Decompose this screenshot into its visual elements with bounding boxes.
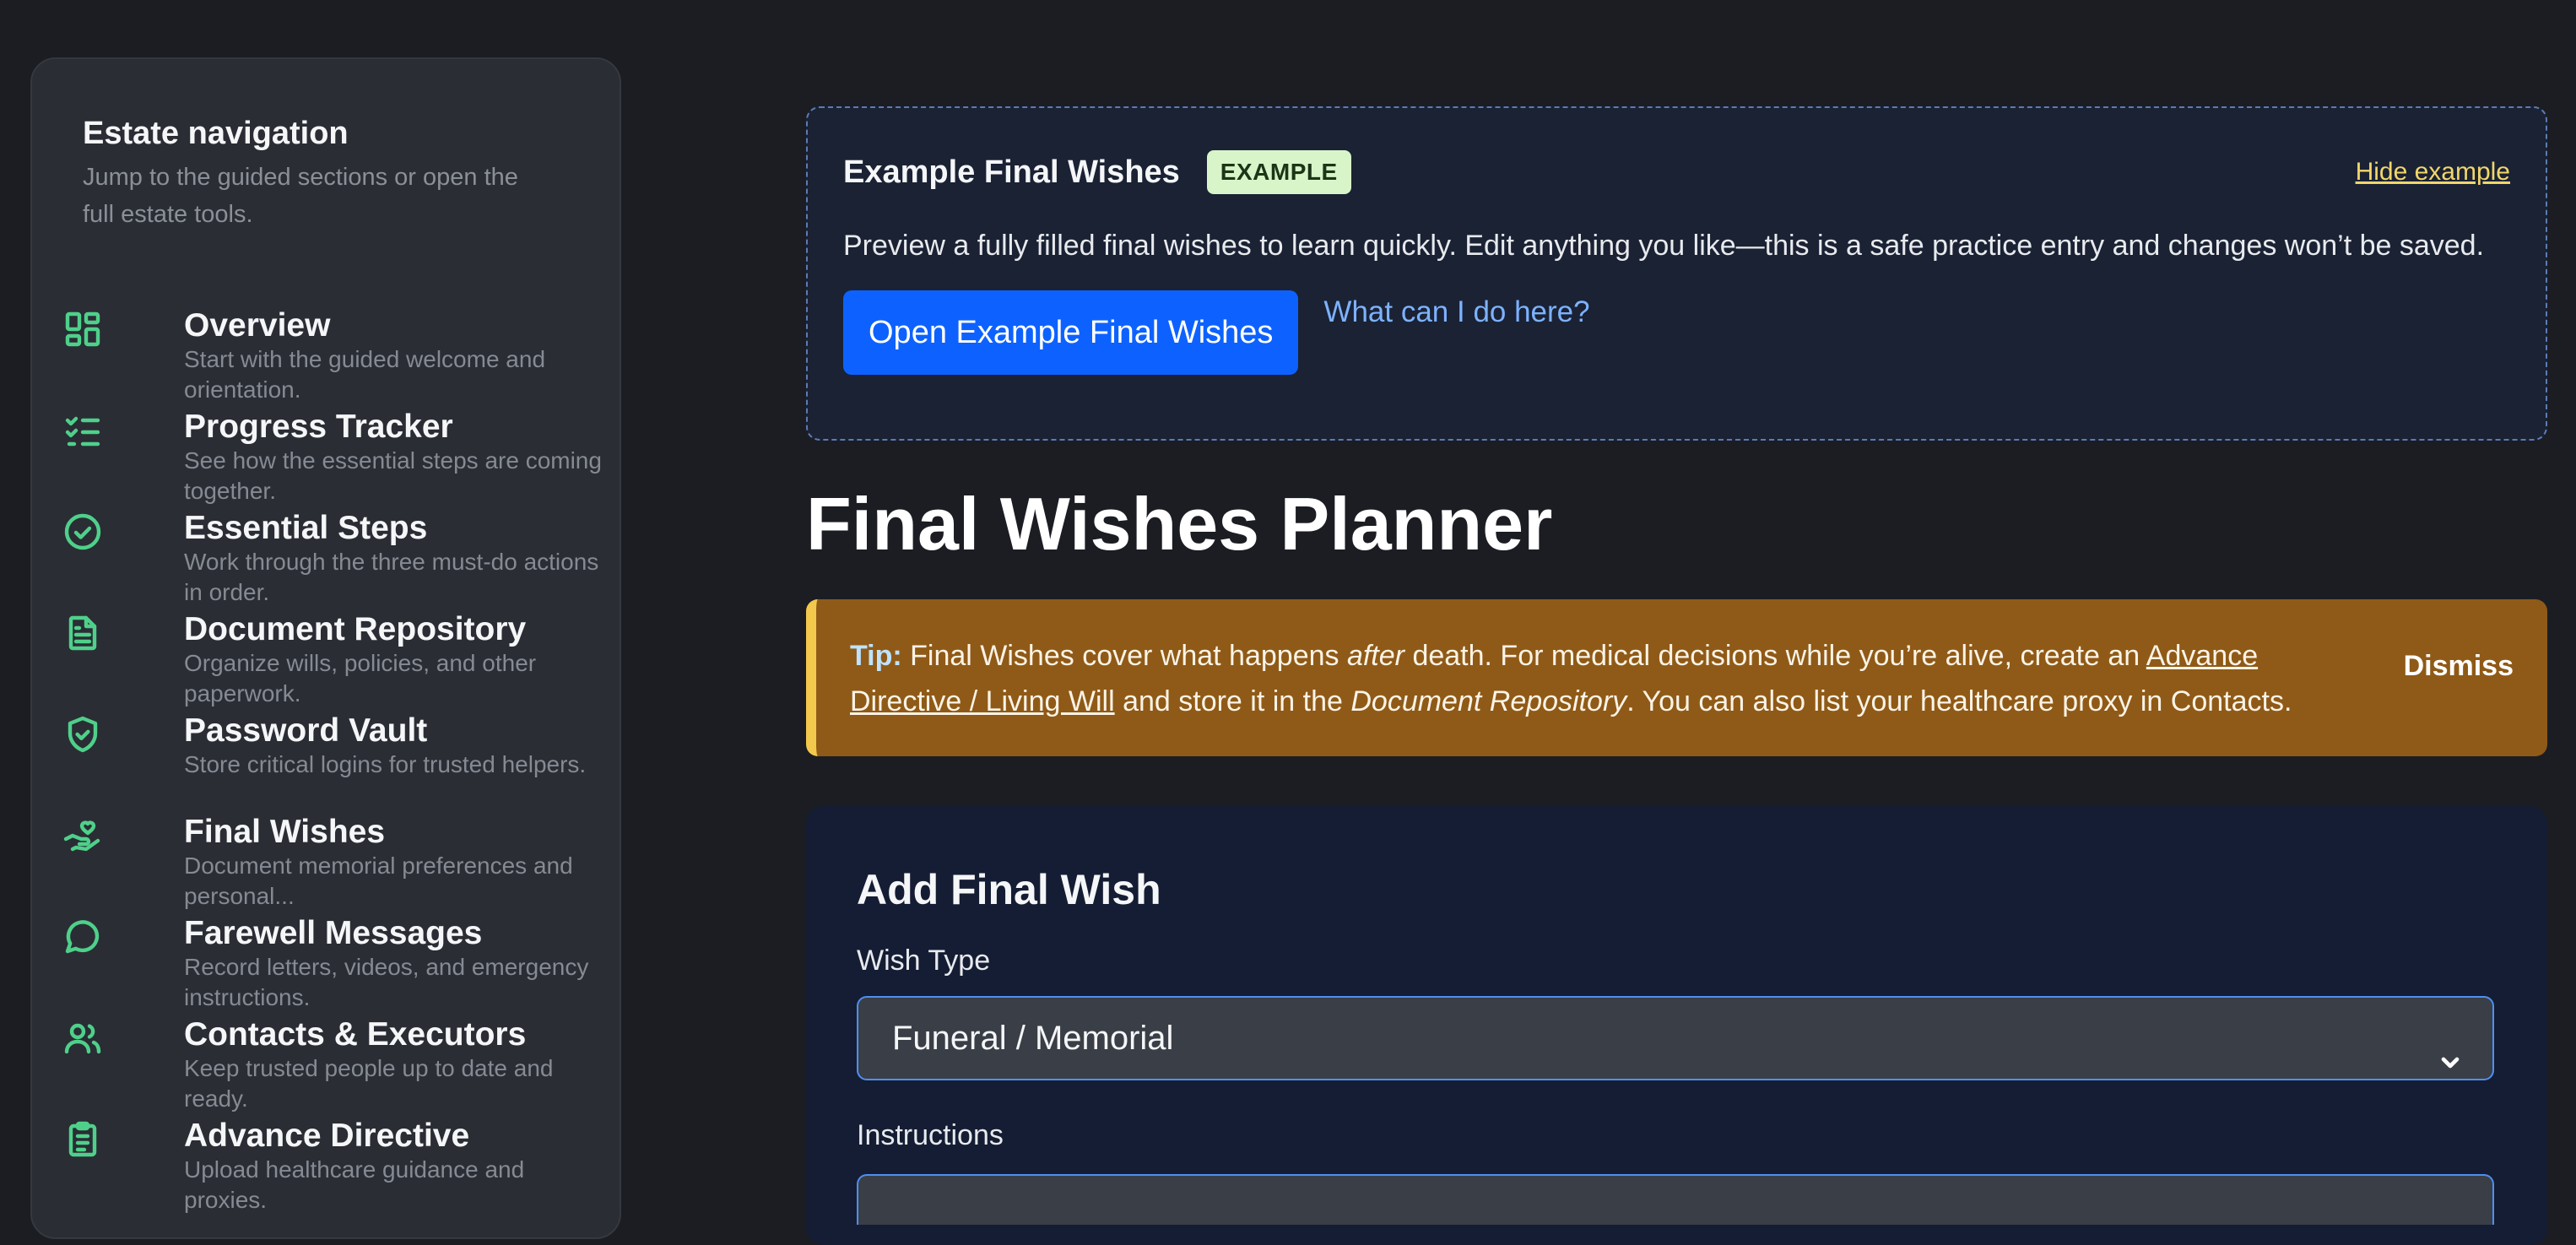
dismiss-tip-button[interactable]: Dismiss xyxy=(2404,650,2514,683)
hand-heart-icon xyxy=(62,815,103,856)
tip-part-1: Final Wishes cover what happens xyxy=(901,640,1347,672)
sidebar-item-desc: Work through the three must-do actions i… xyxy=(184,549,599,605)
open-example-button[interactable]: Open Example Final Wishes xyxy=(843,290,1299,375)
sidebar-item-farewell-messages[interactable]: Farewell Messages Record letters, videos… xyxy=(65,915,588,1016)
example-description: Preview a fully filled final wishes to l… xyxy=(843,230,2485,262)
what-can-i-do-link[interactable]: What can I do here? xyxy=(1323,295,1589,329)
instructions-label: Instructions xyxy=(857,1119,1004,1151)
sidebar-item-label: Essential Steps xyxy=(184,510,428,546)
sidebar-nav: Overview Start with the guided welcome a… xyxy=(63,307,602,1219)
wish-type-label: Wish Type xyxy=(857,945,991,977)
check-circle-icon xyxy=(62,512,103,552)
sidebar-item-password-vault[interactable]: Password Vault Store critical logins for… xyxy=(68,712,586,814)
wish-type-value: Funeral / Memorial xyxy=(892,1020,1174,1057)
checklist-icon xyxy=(62,410,103,451)
sidebar-item-label: Document Repository xyxy=(184,611,527,647)
tip-part-2: death. For medical decisions while you’r… xyxy=(1404,640,2146,672)
hide-example-link[interactable]: Hide example xyxy=(2356,158,2510,187)
sidebar-item-essential-steps[interactable]: Essential Steps Work through the three m… xyxy=(64,510,598,611)
page-title: Final Wishes Planner xyxy=(806,482,1553,566)
sidebar-item-label: Contacts & Executors xyxy=(184,1016,527,1053)
sidebar-item-overview[interactable]: Overview Start with the guided welcome a… xyxy=(65,307,569,409)
estate-navigation-sidebar: Estate navigation Jump to the guided sec… xyxy=(30,57,621,1239)
sidebar-subtitle: Jump to the guided sections or open the … xyxy=(83,164,518,228)
instructions-textarea[interactable] xyxy=(857,1174,2494,1225)
wish-type-select[interactable]: Funeral / Memorial xyxy=(857,996,2494,1080)
tip-banner: Tip: Final Wishes cover what happens aft… xyxy=(806,599,2547,756)
tip-part-3: and store it in the xyxy=(1114,685,1351,717)
sidebar-item-label: Overview xyxy=(184,307,331,344)
sidebar-item-label: Final Wishes xyxy=(184,814,386,850)
clipboard-icon xyxy=(62,1119,103,1160)
sidebar-title: Estate navigation xyxy=(83,116,349,151)
sidebar-item-desc: Record letters, videos, and emergency in… xyxy=(184,954,589,1010)
sidebar-item-progress-tracker[interactable]: Progress Tracker See how the essential s… xyxy=(65,409,602,510)
tip-emphasis-after: after xyxy=(1346,640,1404,672)
tip-emphasis-document-repository: Document Repository xyxy=(1350,685,1627,717)
grid-icon xyxy=(62,309,103,349)
sidebar-item-final-wishes[interactable]: Final Wishes Document memorial preferenc… xyxy=(63,814,573,915)
sidebar-item-advance-directive[interactable]: Advance Directive Upload healthcare guid… xyxy=(68,1118,569,1219)
file-icon xyxy=(62,613,103,653)
tip-text: Tip: Final Wishes cover what happens aft… xyxy=(850,633,2319,724)
users-icon xyxy=(62,1018,103,1058)
message-icon xyxy=(62,917,103,957)
sidebar-item-desc: Organize wills, policies, and other pape… xyxy=(184,650,537,706)
sidebar-item-desc: See how the essential steps are coming t… xyxy=(184,447,602,504)
form-title: Add Final Wish xyxy=(857,866,1161,913)
sidebar-item-label: Password Vault xyxy=(184,712,428,749)
add-final-wish-form: Add Final Wish Wish Type Funeral / Memor… xyxy=(806,806,2547,1245)
shield-check-icon xyxy=(62,714,103,755)
chevron-down-icon xyxy=(2437,1025,2464,1069)
sidebar-item-desc: Start with the guided welcome and orient… xyxy=(184,346,546,403)
sidebar-item-document-repository[interactable]: Document Repository Organize wills, poli… xyxy=(68,611,569,712)
example-panel: Example Final Wishes EXAMPLE Hide exampl… xyxy=(806,106,2547,441)
sidebar-item-desc: Keep trusted people up to date and ready… xyxy=(184,1055,554,1112)
sidebar-item-desc: Upload healthcare guidance and proxies. xyxy=(184,1156,525,1213)
tip-lead: Tip: xyxy=(850,640,902,672)
sidebar-item-label: Farewell Messages xyxy=(184,915,483,951)
example-title: Example Final Wishes xyxy=(843,154,1180,190)
sidebar-item-label: Advance Directive xyxy=(184,1118,470,1154)
sidebar-item-desc: Store critical logins for trusted helper… xyxy=(184,751,587,777)
tip-part-4: . You can also list your healthcare prox… xyxy=(1626,685,2292,717)
example-badge: EXAMPLE xyxy=(1206,150,1351,194)
sidebar-item-desc: Document memorial preferences and person… xyxy=(184,853,573,909)
sidebar-item-label: Progress Tracker xyxy=(184,409,453,445)
sidebar-item-contacts-executors[interactable]: Contacts & Executors Keep trusted people… xyxy=(64,1016,569,1118)
